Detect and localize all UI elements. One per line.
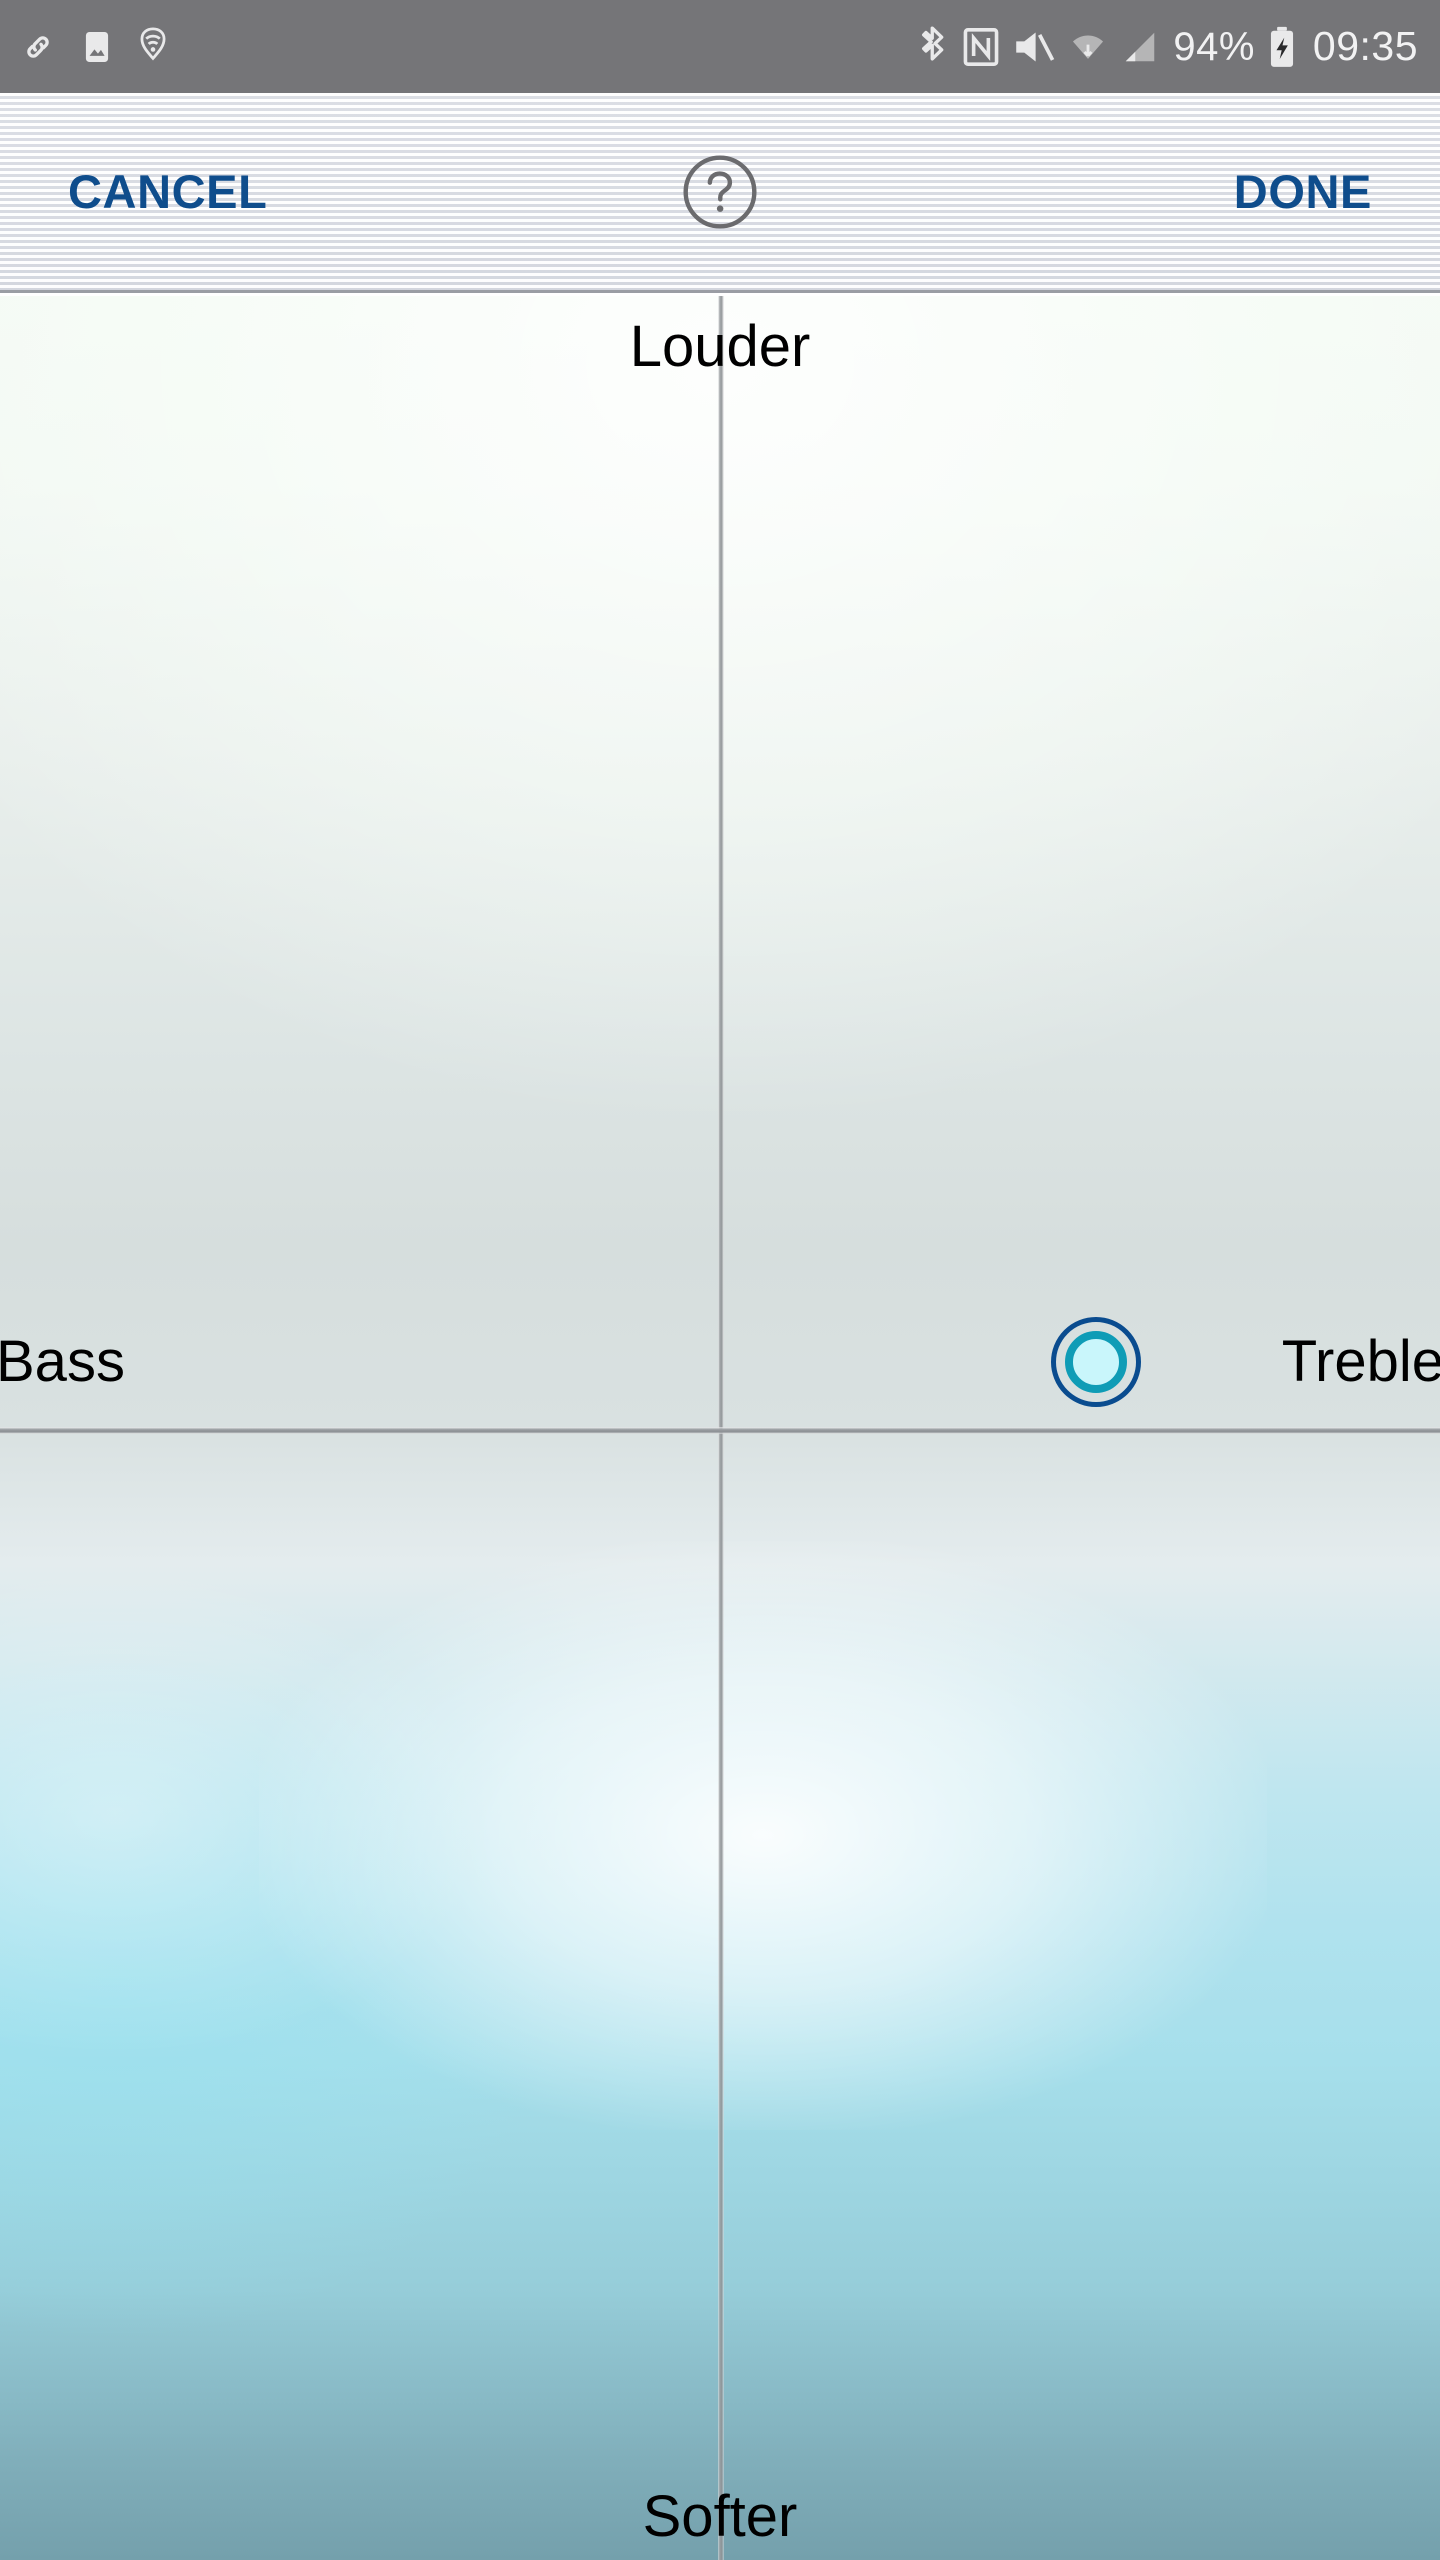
eq-knob-inner [1065,1331,1127,1393]
eq-pad[interactable]: Louder Bass Treble Softer [0,296,1440,2560]
status-bar: 94% 09:35 [0,0,1440,93]
axis-label-treble: Treble [1281,1329,1440,1394]
help-circle-icon[interactable] [681,153,759,231]
axis-label-bass: Bass [0,1329,125,1394]
done-button[interactable]: DONE [1228,154,1378,229]
bluetooth-icon [919,25,949,68]
axis-label-softer: Softer [642,2484,798,2549]
toolbar: CANCEL DONE [0,93,1440,293]
axis-label-louder: Louder [629,314,811,379]
screenshot-icon [78,28,116,66]
nfc-icon [963,27,999,67]
pad-glow-center [259,1541,1268,2130]
status-bar-left-icons [18,26,170,67]
status-bar-right-icons: 94% 09:35 [919,25,1418,69]
battery-charging-icon [1269,25,1295,69]
link-icon [18,27,58,67]
battery-percent: 94% [1173,24,1255,69]
mute-icon [1013,28,1055,66]
wifi-icon [1069,27,1107,67]
eq-screen: 94% 09:35 CANCEL DONE Louder Bass Treble… [0,0,1440,2560]
cancel-button[interactable]: CANCEL [62,154,273,229]
cellular-signal-icon [1121,27,1159,67]
eq-knob[interactable] [1051,1317,1141,1407]
nearby-share-icon [136,26,170,67]
status-bar-clock: 09:35 [1312,23,1418,69]
horizontal-axis-line [0,1427,1440,1434]
